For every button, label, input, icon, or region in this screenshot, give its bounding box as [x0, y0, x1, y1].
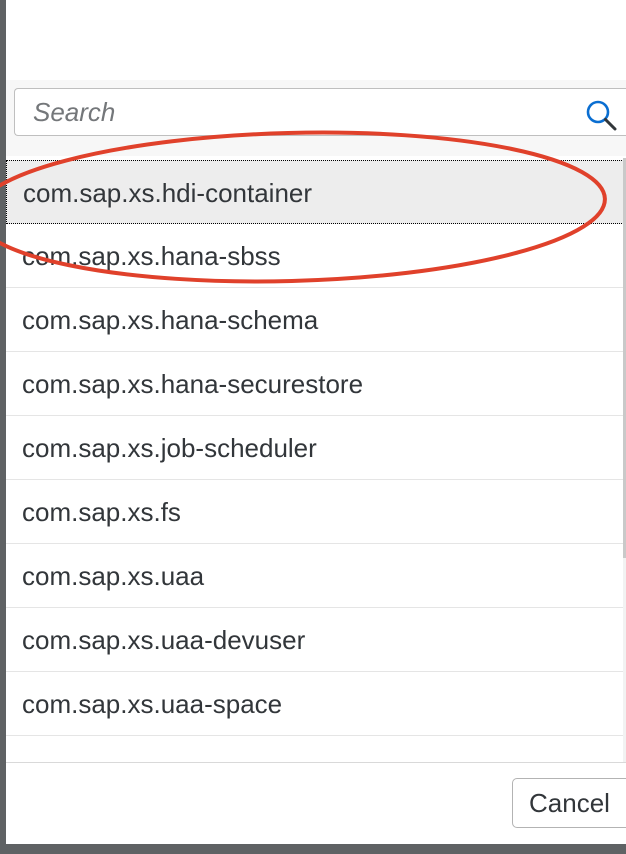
list-item-label: com.sap.xs.uaa: [22, 561, 205, 591]
list-item-label: com.sap.xs.uaa-space: [22, 689, 283, 719]
service-list: com.sap.xs.hdi-container com.sap.xs.hana…: [6, 158, 624, 762]
list-item-label: com.sap.xs.fs: [22, 497, 181, 527]
list-item-label: com.sap.xs.hana-schema: [22, 305, 319, 335]
list-item[interactable]: com.sap.xs.hana-sbss: [6, 224, 624, 288]
list-item-partial[interactable]: [6, 736, 624, 762]
dialog-footer: Cancel: [6, 762, 626, 844]
list-item[interactable]: com.sap.xs.uaa-space: [6, 672, 624, 736]
dialog-header: [6, 0, 626, 80]
list-item[interactable]: com.sap.xs.uaa: [6, 544, 624, 608]
list-item-label: com.sap.xs.job-scheduler: [22, 433, 317, 463]
list-item-label: com.sap.xs.hdi-container: [23, 178, 313, 208]
list-item[interactable]: com.sap.xs.fs: [6, 480, 624, 544]
list-item-label: com.sap.xs.hana-sbss: [22, 241, 281, 271]
list-item[interactable]: com.sap.xs.uaa-devuser: [6, 608, 624, 672]
cancel-button[interactable]: Cancel: [512, 778, 626, 828]
search-icon[interactable]: [585, 99, 617, 131]
service-select-dialog: com.sap.xs.hdi-container com.sap.xs.hana…: [6, 0, 626, 844]
list-item[interactable]: com.sap.xs.hana-schema: [6, 288, 624, 352]
search-field[interactable]: [14, 88, 626, 136]
list-item[interactable]: com.sap.xs.job-scheduler: [6, 416, 624, 480]
search-bar: [6, 80, 626, 156]
list-item[interactable]: com.sap.xs.hdi-container: [6, 160, 624, 224]
list-item[interactable]: com.sap.xs.hana-securestore: [6, 352, 624, 416]
list-item-label: com.sap.xs.hana-securestore: [22, 369, 364, 399]
list-item-label: com.sap.xs.uaa-devuser: [22, 625, 306, 655]
search-input[interactable]: [33, 89, 573, 135]
